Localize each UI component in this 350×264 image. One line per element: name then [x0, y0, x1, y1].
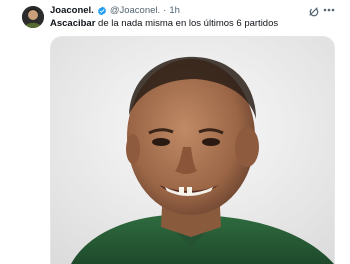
media-image — [51, 37, 334, 264]
avatar[interactable] — [22, 6, 44, 28]
avatar-image — [22, 6, 44, 28]
grok-icon[interactable] — [308, 5, 320, 17]
tweet-text: Ascacibar de la nada misma en los último… — [50, 18, 278, 30]
tweet-media[interactable] — [50, 36, 335, 264]
separator-dot: · — [163, 5, 167, 16]
tweet-text-rest: de la nada misma en los últimos 6 partid… — [95, 18, 279, 29]
verified-badge-icon — [97, 6, 107, 16]
author-name[interactable]: Joaconel. — [50, 5, 94, 17]
tweet-text-bold: Ascacibar — [50, 18, 96, 29]
more-options-icon[interactable] — [322, 3, 336, 17]
tweet-header: Joaconel. @Joaconel. · 1h — [50, 5, 180, 17]
author-handle[interactable]: @Joaconel. — [110, 5, 160, 17]
timestamp[interactable]: 1h — [169, 5, 180, 17]
